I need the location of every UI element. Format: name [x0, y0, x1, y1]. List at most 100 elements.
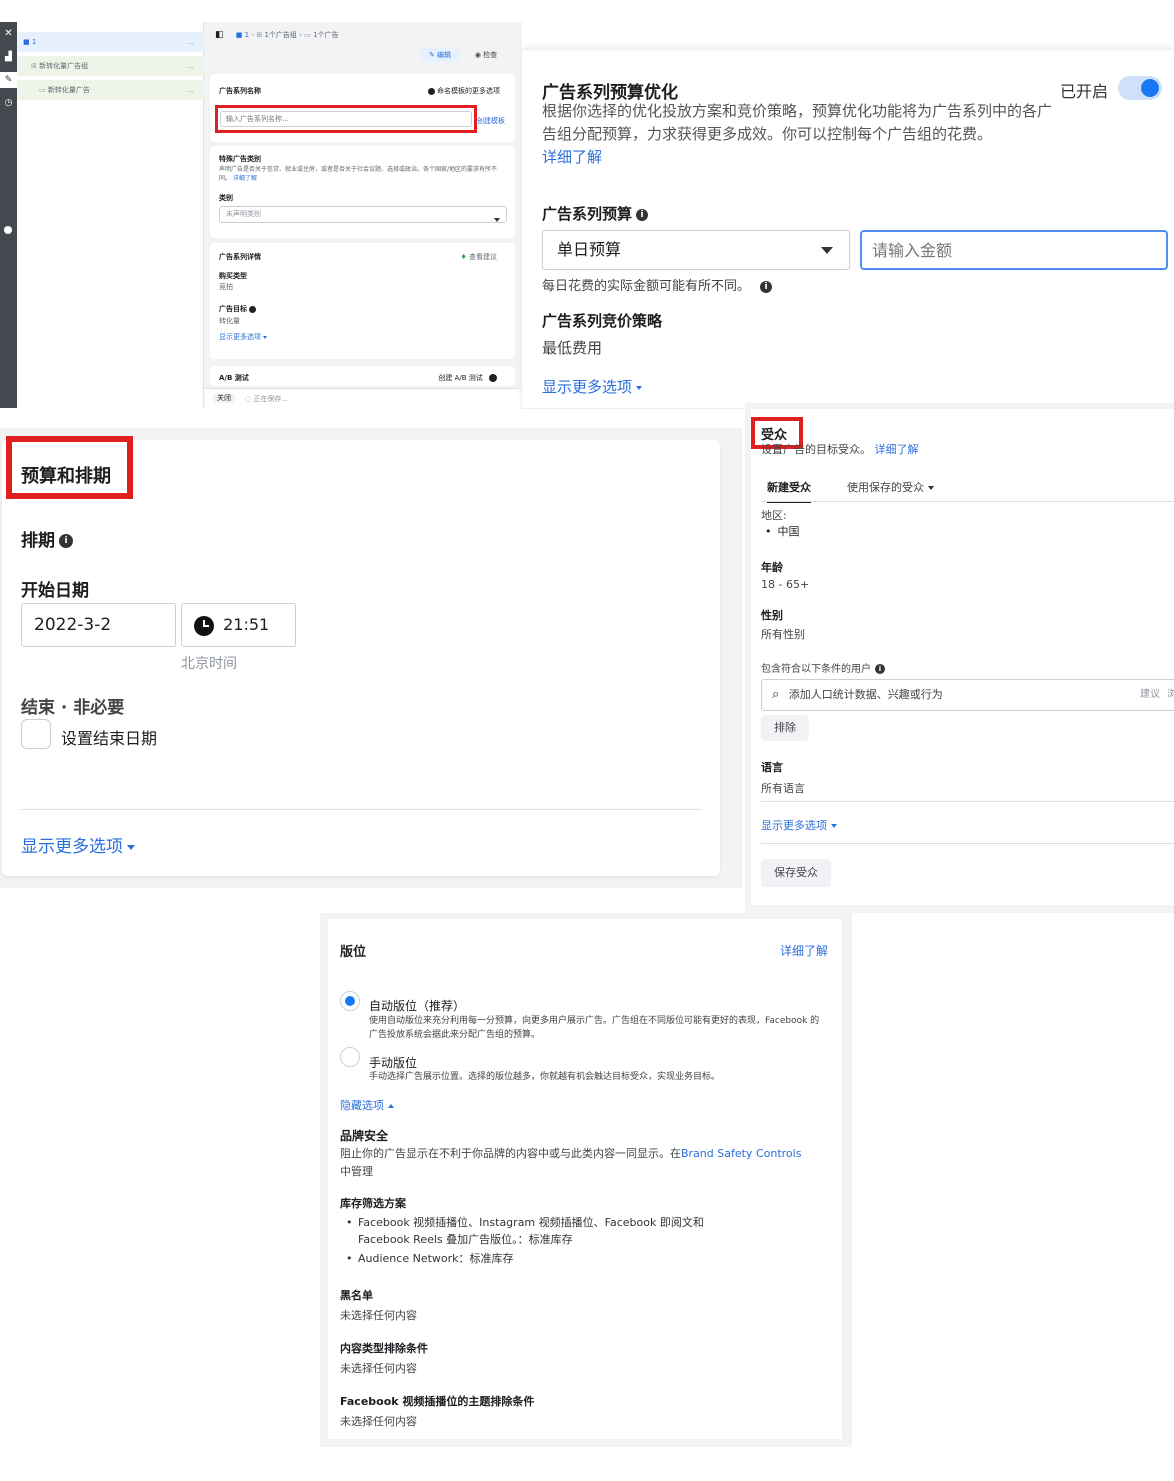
budget-opt-learn-more[interactable]: 详细了解 — [542, 146, 602, 167]
show-more-link[interactable]: 显示更多选项 — [219, 333, 267, 342]
radio-dot — [345, 996, 355, 1006]
topic-exclusion-value: 未选择任何内容 — [340, 1415, 417, 1428]
view-suggestions-link[interactable]: ♦ 查看建议 — [460, 253, 497, 262]
placement-title: 版位 — [340, 945, 367, 960]
breadcrumb-ad[interactable]: 1个广告 — [313, 31, 338, 39]
toggle-knob — [1141, 79, 1159, 97]
start-time-input[interactable]: 21:51 — [181, 603, 296, 647]
language-label: 语言 — [761, 761, 783, 774]
budget-amount-input[interactable] — [860, 230, 1168, 270]
campaign-details-card: 广告系列详情 ♦ 查看建议 购买类型 竞拍 广告目标 转化量 显示更多选项 — [210, 243, 515, 359]
breadcrumb-adset[interactable]: 1个广告组 — [264, 31, 296, 39]
inventory-title: 库存筛选方案 — [340, 1197, 406, 1210]
timezone-label: 北京时间 — [181, 656, 237, 672]
lightbulb-icon: ♦ — [460, 253, 467, 261]
grid-icon: ⊞ — [31, 62, 37, 70]
auto-placement-title: 自动版位（推荐） — [369, 999, 466, 1013]
campaign-details-title: 广告系列详情 — [219, 253, 261, 261]
tree-adset-row[interactable]: ⊞ 新转化量广告组 ... — [17, 56, 204, 76]
learn-more-link[interactable]: 详细了解 — [233, 175, 257, 182]
info-icon — [427, 87, 435, 95]
manual-placement-title: 手动版位 — [369, 1056, 418, 1070]
tree-campaign-row[interactable]: ■ 1 ... — [17, 32, 204, 52]
brand-safety-title: 品牌安全 — [340, 1129, 389, 1143]
show-more-link[interactable]: 显示更多选项 — [761, 817, 837, 833]
tree-ad-row[interactable]: ▭ 新转化量广告 ... — [17, 80, 204, 100]
language-value: 所有语言 — [761, 782, 805, 795]
tree-adset-label: 新转化量广告组 — [39, 62, 89, 70]
budget-type-select[interactable]: 单日预算 — [542, 230, 850, 270]
breadcrumb-campaign[interactable]: 1 — [245, 31, 249, 39]
auto-placement-radio[interactable] — [340, 991, 360, 1011]
campaign-name-input[interactable] — [220, 111, 472, 127]
browse-link[interactable]: 浏 — [1167, 680, 1174, 710]
toggle-icon — [489, 374, 497, 382]
end-date-checkbox-label: 设置结束日期 — [61, 729, 158, 748]
budget-opt-toggle[interactable] — [1118, 76, 1162, 100]
tree-ad-label: 新转化量广告 — [47, 86, 90, 94]
edit-button[interactable]: ✎ 编辑 — [421, 48, 459, 62]
panel-toggle-icon[interactable]: ◧ — [215, 30, 224, 40]
left-rail: ✕ ▟ ✎ ◷ — [0, 22, 17, 408]
campaign-name-title: 广告系列名称 — [219, 87, 261, 95]
naming-template-option[interactable]: 命名模板的更多选项 — [426, 87, 500, 96]
ad-icon: ▭ — [39, 86, 46, 94]
objective-value: 转化量 — [219, 317, 240, 325]
learn-more-link[interactable]: 详细了解 — [875, 443, 919, 456]
close-icon[interactable]: ✕ — [3, 28, 14, 39]
buy-type-label: 购买类型 — [219, 272, 247, 280]
more-icon[interactable]: ... — [187, 32, 194, 52]
detailed-targeting-input[interactable]: ⌕ 添加人口统计数据、兴趣或行为 建议 浏 — [761, 679, 1174, 711]
tab-new-audience[interactable]: 新建受众 — [767, 479, 811, 503]
chart-icon[interactable]: ▟ — [3, 52, 14, 63]
editor-footer: 关闭 ◌ 正在保存... — [205, 388, 522, 408]
content-exclusion-title: 内容类型排除条件 — [340, 1342, 428, 1355]
budget-opt-status: 已开启 — [1060, 82, 1109, 101]
category-label: 类别 — [219, 194, 233, 202]
category-select[interactable]: 未声明类别 — [219, 206, 507, 223]
close-button[interactable]: 关闭 — [213, 394, 235, 403]
brand-safety-desc: 阻止你的广告显示在不利于你品牌的内容中或与此类内容一同显示。在Brand Saf… — [340, 1147, 802, 1178]
more-icon[interactable]: ... — [187, 80, 194, 100]
age-value: 18 - 65+ — [761, 578, 810, 591]
hide-options-link[interactable]: 隐藏选项 — [340, 1097, 394, 1113]
location-label: 地区: — [761, 509, 787, 522]
breadcrumb: ◧ ■ 1 › ⊞ 1个广告组 › ▭ 1个广告 — [215, 30, 339, 40]
inventory-item: • Audience Network：标准库存 — [346, 1252, 514, 1265]
info-icon: i — [636, 208, 649, 221]
info-icon: i — [59, 534, 73, 548]
manual-placement-radio[interactable] — [340, 1047, 360, 1067]
show-more-link[interactable]: 显示更多选项 — [542, 376, 643, 397]
budget-note: 每日花费的实际金额可能有所不同。 i — [542, 275, 773, 294]
brand-safety-link[interactable]: Brand Safety Controls — [681, 1147, 801, 1160]
audience-desc: 设置广告的目标受众。 详细了解 — [761, 443, 919, 456]
chevron-down-icon — [817, 231, 833, 269]
clock-icon[interactable]: ◷ — [3, 98, 14, 109]
start-date-label: 开始日期 — [21, 581, 89, 601]
pencil-icon: ✎ — [428, 51, 435, 59]
divider — [761, 843, 1174, 844]
folder-icon: ■ — [23, 38, 30, 46]
buy-type-value: 竞拍 — [219, 283, 233, 291]
campaign-name-card: 广告系列名称 命名模板的更多选项 创建模板 — [210, 74, 515, 142]
ab-test-toggle[interactable]: 创建 A/B 测试 — [438, 374, 497, 383]
more-icon[interactable]: ... — [187, 56, 194, 76]
show-more-link[interactable]: 显示更多选项 — [21, 832, 135, 857]
ab-test-card: A/B 测试 创建 A/B 测试 — [210, 366, 515, 386]
schedule-inner: 预算和排期 排期 i 开始日期 2022-3-2 21:51 北京时间 结束 · … — [2, 436, 720, 876]
placement-card: 版位 详细了解 自动版位（推荐） 使用自动版位来充分利用每一分预算，向更多用户展… — [320, 913, 852, 1447]
tab-saved-audience[interactable]: 使用保存的受众 — [847, 479, 934, 495]
create-template-link[interactable]: 创建模板 — [477, 117, 505, 126]
end-date-checkbox[interactable] — [21, 719, 51, 749]
edit-icon[interactable]: ✎ — [0, 72, 17, 88]
exclude-button[interactable]: 排除 — [761, 715, 809, 741]
start-date-input[interactable]: 2022-3-2 — [21, 603, 176, 647]
saving-status: ◌ 正在保存... — [245, 395, 289, 403]
placement-learn-more[interactable]: 详细了解 — [780, 942, 828, 959]
suggest-link[interactable]: 建议 — [1140, 680, 1160, 710]
topic-exclusion-title: Facebook 视频插播位的主题排除条件 — [340, 1395, 535, 1408]
schedule-card: 预算和排期 排期 i 开始日期 2022-3-2 21:51 北京时间 结束 · … — [0, 428, 742, 888]
audience-card: 受众 设置广告的目标受众。 详细了解 新建受众 使用保存的受众 地区: 中国 年… — [745, 403, 1174, 913]
review-button[interactable]: ◉ 检查 — [466, 48, 506, 62]
save-audience-button[interactable]: 保存受众 — [761, 859, 831, 887]
